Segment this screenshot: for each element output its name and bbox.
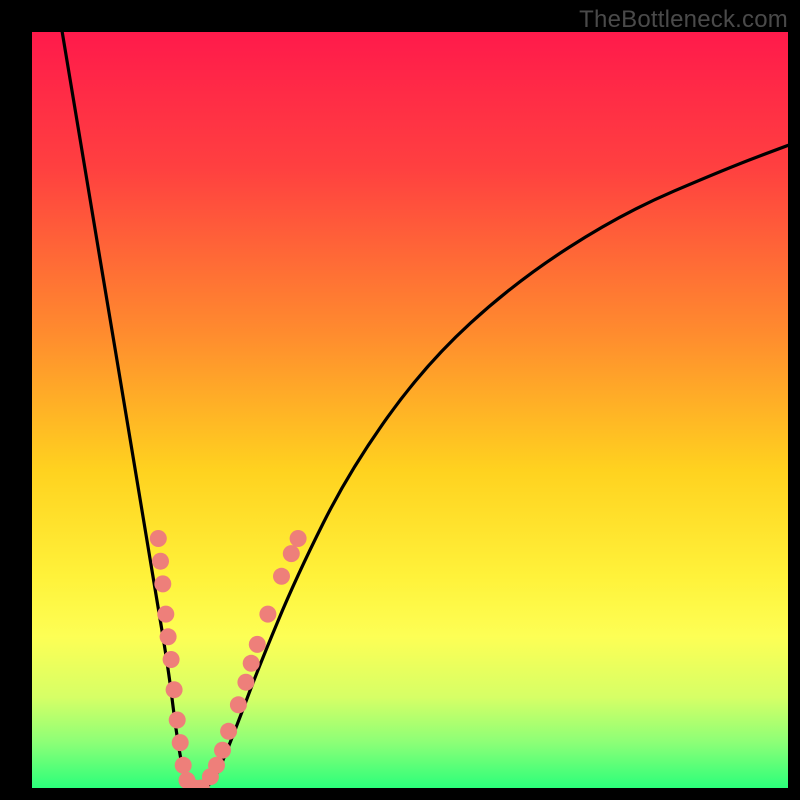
highlight-dot <box>230 696 247 713</box>
highlight-dot <box>157 606 174 623</box>
watermark-text: TheBottleneck.com <box>579 6 788 34</box>
highlight-dot <box>259 606 276 623</box>
curve-layer <box>32 32 788 788</box>
highlight-dot <box>249 636 266 653</box>
highlight-dot <box>283 545 300 562</box>
highlight-dot <box>290 530 307 547</box>
highlight-dot <box>150 530 167 547</box>
plot-area <box>32 32 788 788</box>
highlight-dot <box>214 742 231 759</box>
highlight-dot <box>243 655 260 672</box>
highlight-dot <box>166 681 183 698</box>
curve-left-branch <box>62 32 191 788</box>
highlight-dot <box>237 674 254 691</box>
highlight-dot <box>172 734 189 751</box>
highlight-dot <box>163 651 180 668</box>
highlight-dot <box>208 757 225 774</box>
highlight-dot <box>273 568 290 585</box>
highlight-dots <box>150 530 307 788</box>
highlight-dot <box>220 723 237 740</box>
highlight-dot <box>160 628 177 645</box>
highlight-dot <box>169 712 186 729</box>
highlight-dot <box>154 575 171 592</box>
chart-frame: TheBottleneck.com <box>0 0 800 800</box>
highlight-dot <box>175 757 192 774</box>
curve-right-branch <box>206 145 788 788</box>
highlight-dot <box>152 553 169 570</box>
